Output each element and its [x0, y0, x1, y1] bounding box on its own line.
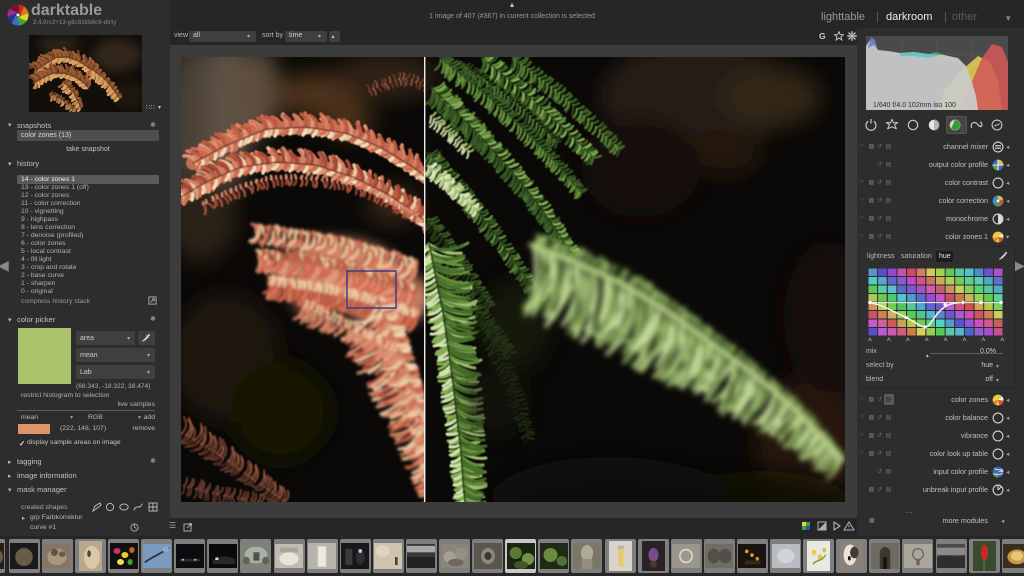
- svg-text:1/640 f/4.0 102mm iso 100: 1/640 f/4.0 102mm iso 100: [873, 102, 956, 109]
